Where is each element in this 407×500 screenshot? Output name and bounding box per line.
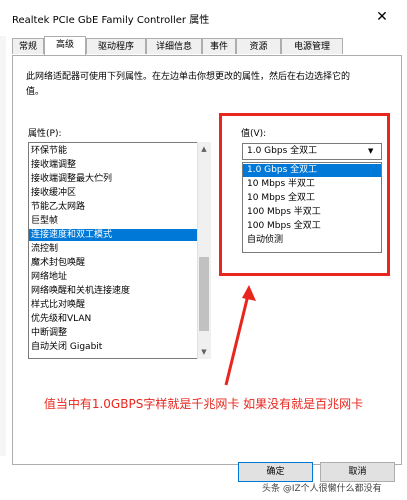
- dropdown-option[interactable]: 10 Mbps 半双工: [243, 178, 381, 191]
- tab-resources[interactable]: 资源: [236, 38, 281, 54]
- tab-power-management[interactable]: 电源管理: [281, 38, 343, 54]
- list-item[interactable]: 接收端调整最大伫列: [29, 173, 199, 185]
- tab-events[interactable]: 事件: [202, 38, 236, 54]
- tab-details[interactable]: 详细信息: [146, 38, 202, 54]
- list-item[interactable]: 节能乙太网路: [29, 201, 199, 213]
- watermark-text: 头条 @IZ个人很懒什么都没有: [262, 484, 382, 494]
- description-text: 此网络适配器可使用下列属性。在左边单击你想更改的属性，然后在右边选择它的值。: [26, 72, 351, 97]
- cancel-button[interactable]: 取消: [320, 462, 395, 482]
- dropdown-option[interactable]: 自动侦测: [243, 234, 381, 247]
- dropdown-option[interactable]: 10 Mbps 全双工: [243, 192, 381, 205]
- value-label: 值(V):: [241, 129, 267, 139]
- list-item[interactable]: 样式比对唤醒: [29, 299, 199, 311]
- list-item[interactable]: 接收端调整: [29, 159, 199, 171]
- window-title: Realtek PCIe GbE Family Controller 属性: [12, 15, 210, 26]
- list-item[interactable]: 优先级和VLAN: [29, 313, 199, 325]
- chevron-down-icon[interactable]: ▼: [368, 147, 373, 155]
- tab-general[interactable]: 常规: [12, 38, 44, 54]
- tab-advanced[interactable]: 高级: [44, 36, 86, 55]
- list-item[interactable]: 巨型帧: [29, 215, 199, 227]
- list-item[interactable]: 魔术封包唤醒: [29, 257, 199, 269]
- list-item[interactable]: 网络地址: [29, 271, 199, 283]
- list-item[interactable]: 中断调整: [29, 327, 199, 339]
- list-item[interactable]: 接收缓冲区: [29, 187, 199, 199]
- dropdown-option-selected[interactable]: 1.0 Gbps 全双工: [243, 164, 381, 177]
- value-dropdown-list[interactable]: 1.0 Gbps 全双工 10 Mbps 半双工 10 Mbps 全双工 100…: [242, 162, 382, 253]
- value-dropdown[interactable]: 1.0 Gbps 全双工: [242, 143, 382, 160]
- scrollbar-thumb[interactable]: [199, 257, 209, 331]
- background-window-edge: [0, 36, 6, 456]
- property-label: 属性(P):: [28, 129, 62, 139]
- annotation-text: 值当中有1.0GBPS字样就是千兆网卡 如果没有就是百兆网卡: [43, 397, 364, 411]
- close-button[interactable]: ✕: [370, 8, 394, 26]
- property-list[interactable]: 环保节能 接收端调整 接收端调整最大伫列 接收缓冲区 节能乙太网路 巨型帧 连接…: [28, 142, 211, 359]
- list-item[interactable]: 自动关闭 Gigabit: [29, 341, 199, 353]
- list-item-selected[interactable]: 连接速度和双工模式: [29, 229, 199, 241]
- dropdown-option[interactable]: 100 Mbps 半双工: [243, 206, 381, 219]
- scroll-down-arrow-icon[interactable]: ▼: [197, 346, 211, 358]
- list-item[interactable]: 流控制: [29, 243, 199, 255]
- dropdown-option[interactable]: 100 Mbps 全双工: [243, 220, 381, 233]
- close-icon: ✕: [376, 9, 388, 25]
- annotation-arrow-icon: [224, 285, 256, 386]
- tab-bar: 常规 高级 驱动程序 详细信息 事件 资源 电源管理: [12, 36, 402, 55]
- scroll-up-arrow-icon[interactable]: ▲: [197, 143, 211, 155]
- list-item[interactable]: 环保节能: [29, 145, 199, 157]
- list-item[interactable]: 网络唤醒和关机连接速度: [29, 285, 199, 297]
- tab-driver[interactable]: 驱动程序: [86, 38, 146, 54]
- ok-button[interactable]: 确定: [238, 462, 313, 482]
